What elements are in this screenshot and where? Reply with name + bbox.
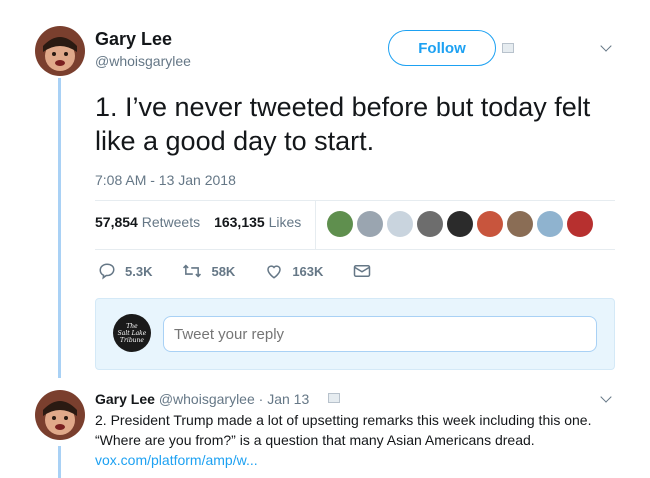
- verified-placeholder-icon: [502, 43, 514, 53]
- like-count: 163K: [292, 263, 324, 279]
- direct-message-action[interactable]: [353, 263, 371, 279]
- reply-icon: [99, 263, 115, 280]
- avatar-person[interactable]: [477, 211, 503, 237]
- retweets-label: Retweets: [141, 214, 201, 230]
- follow-button[interactable]: Follow: [388, 30, 496, 66]
- heart-icon: [267, 265, 282, 279]
- retweet-count: 58K: [211, 263, 236, 279]
- author-name[interactable]: Gary Lee: [95, 28, 191, 50]
- tweet-text: 1. I’ve never tweeted before but today f…: [95, 92, 591, 156]
- avatar[interactable]: [35, 26, 85, 76]
- reply-author-meta[interactable]: @whoisgarylee · Jan 13: [159, 391, 309, 407]
- likers-avatars: [327, 211, 593, 237]
- avatar-landscape[interactable]: [327, 211, 353, 237]
- likes-count: 163,135: [214, 214, 265, 230]
- avatar-person-bearded[interactable]: [507, 211, 533, 237]
- salt-lake-tribune-logo: The Salt Lake Tribune: [113, 314, 151, 352]
- like-action[interactable]: 163K: [265, 262, 323, 280]
- avatar-sky[interactable]: [537, 211, 563, 237]
- avatar-default-egg[interactable]: [357, 211, 383, 237]
- tweet-stats: 57,854 Retweets 163,135 Likes: [95, 214, 301, 230]
- likes-stat[interactable]: 163,135 Likes: [214, 214, 301, 230]
- avatar[interactable]: [35, 390, 85, 440]
- reply-count: 5.3K: [125, 263, 153, 279]
- tweet-timestamp[interactable]: 7:08 AM - 13 Jan 2018: [95, 172, 236, 188]
- envelope-icon: [354, 265, 371, 277]
- reply-action[interactable]: 5.3K: [98, 262, 152, 280]
- author-handle[interactable]: @whoisgarylee: [95, 52, 191, 70]
- avatar-person-glasses[interactable]: [417, 211, 443, 237]
- divider: [95, 200, 615, 201]
- retweet-icon: [183, 264, 202, 278]
- reply-tweet-header: Gary Lee @whoisgarylee · Jan 13: [95, 390, 309, 408]
- retweets-stat[interactable]: 57,854 Retweets: [95, 214, 200, 230]
- retweet-action[interactable]: 58K: [182, 262, 235, 280]
- retweets-count: 57,854: [95, 214, 138, 230]
- avatar-person-red[interactable]: [567, 211, 593, 237]
- tweet-author: Gary Lee @whoisgarylee: [95, 28, 191, 70]
- verified-placeholder-icon: [328, 393, 340, 403]
- avatar-city[interactable]: [387, 211, 413, 237]
- thread-line-continuation: [58, 446, 61, 478]
- thread-line: [58, 78, 61, 378]
- chevron-down-icon[interactable]: [600, 391, 612, 403]
- stats-separator: [315, 201, 316, 249]
- reply-input[interactable]: [163, 316, 597, 352]
- tweet-actions: 5.3K 58K 163K: [98, 262, 401, 280]
- divider: [95, 249, 615, 250]
- reply-tweet-text: 2. President Trump made a lot of upsetti…: [95, 412, 592, 448]
- reply-author-name[interactable]: Gary Lee: [95, 391, 155, 407]
- avatar-dark[interactable]: [447, 211, 473, 237]
- likes-label: Likes: [268, 214, 302, 230]
- reply-tweet-link[interactable]: vox.com/platform/amp/w...: [95, 452, 258, 468]
- chevron-down-icon[interactable]: [600, 40, 612, 52]
